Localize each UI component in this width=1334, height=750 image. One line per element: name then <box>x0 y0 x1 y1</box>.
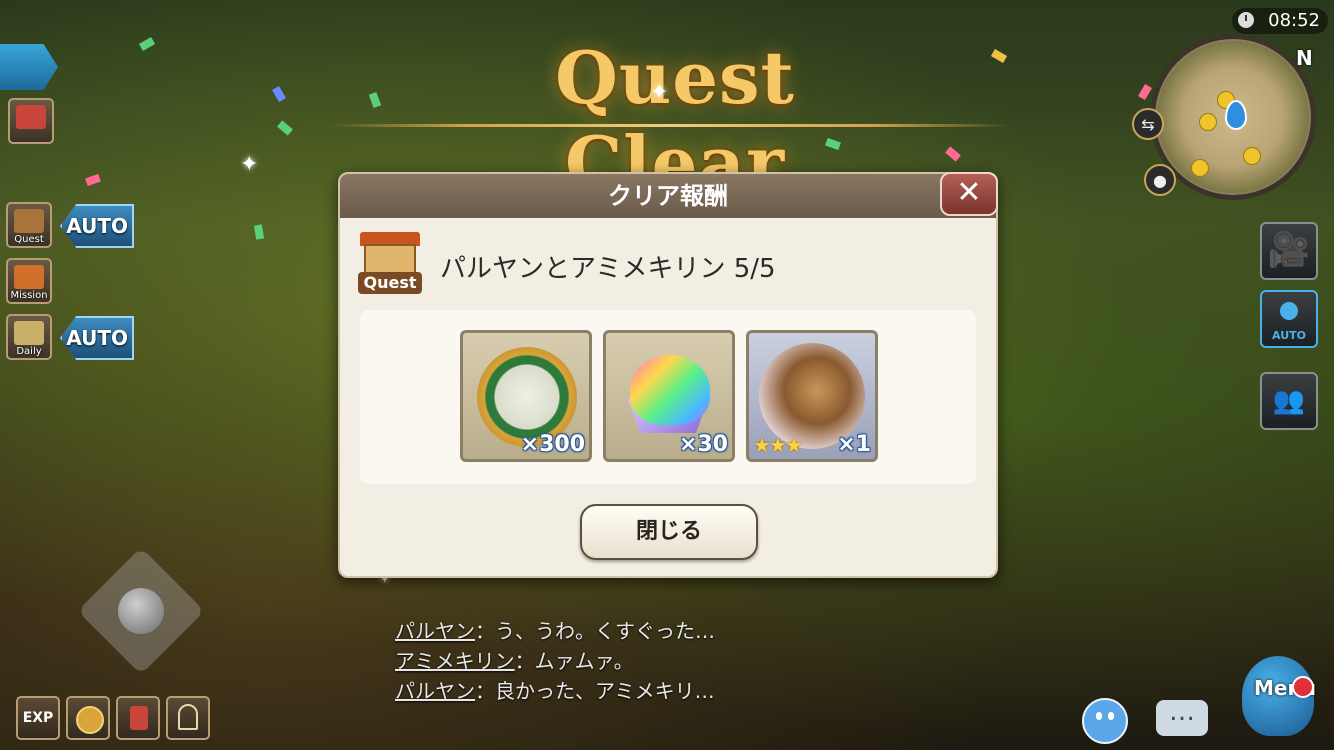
camera-button[interactable]: 🎥 <box>1260 222 1318 280</box>
daily-icon <box>14 321 44 345</box>
quest-auto-button[interactable]: AUTO <box>60 204 134 248</box>
chat-log: パルヤン：う、うわ。くすぐった… アミメキリン：ムァムァ。 パルヤン：良かった、… <box>395 616 715 706</box>
smile-face-icon <box>1096 712 1102 720</box>
sparkle: ✦ <box>240 152 259 177</box>
daily-button[interactable]: Daily <box>6 314 52 360</box>
quest-button-label: Quest <box>14 234 44 245</box>
expand-arrow-button[interactable] <box>0 44 58 90</box>
birdcage-icon <box>178 704 198 730</box>
reward-item-tiger-medal[interactable]: ×300 <box>460 330 592 462</box>
confetti <box>85 173 101 187</box>
title-divider <box>330 124 1010 127</box>
reward-count: ×300 <box>520 432 585 457</box>
video-camera-icon: 🎥 <box>1267 230 1311 270</box>
map-marker <box>1191 159 1209 177</box>
close-button[interactable]: ✕ <box>940 172 998 216</box>
coin-button[interactable] <box>66 696 110 740</box>
compass-north: N <box>1296 46 1313 70</box>
party-button[interactable]: 👥 <box>1260 372 1318 430</box>
confetti <box>945 146 961 162</box>
quest-badge-icon: Quest <box>358 232 422 296</box>
dialog-title: クリア報酬 <box>340 174 996 218</box>
confetti <box>368 92 382 108</box>
chat-speaker[interactable]: パルヤン <box>395 679 475 703</box>
party-group-icon: 👥 <box>1272 386 1306 416</box>
confetti <box>138 37 156 51</box>
exit-door-button[interactable] <box>8 98 54 144</box>
boot-icon <box>130 706 148 730</box>
auto-battle-label: AUTO <box>1272 329 1306 342</box>
notification-badge <box>1292 676 1314 698</box>
coin-icon <box>76 706 104 734</box>
quest-badge-label: Quest <box>358 272 422 294</box>
close-icon: ✕ <box>956 175 982 210</box>
boots-button[interactable] <box>116 696 160 740</box>
chat-button[interactable]: … <box>1156 697 1208 736</box>
mission-button[interactable]: Mission <box>6 258 52 304</box>
confetti <box>277 120 293 136</box>
quest-building <box>364 244 416 274</box>
quest-icon <box>14 209 44 233</box>
auto-battle-button[interactable]: AUTO <box>1260 290 1318 348</box>
smile-face-eye <box>1108 712 1114 720</box>
confetti <box>272 85 286 103</box>
quest-button[interactable]: Quest <box>6 202 52 248</box>
daily-auto-button[interactable]: AUTO <box>60 316 134 360</box>
chat-text: ：う、うわ。くすぐった… <box>475 619 715 643</box>
player-avatar-icon[interactable]: ● <box>1144 164 1176 196</box>
joystick-knob[interactable] <box>118 588 164 634</box>
auto-person-icon <box>1280 302 1298 320</box>
confetti <box>1138 83 1152 101</box>
sparkle: ✦ <box>650 80 669 105</box>
reward-item-giraffe-character[interactable]: ★★★ ×1 <box>746 330 878 462</box>
map-marker <box>1243 147 1261 165</box>
quest-name: パルヤンとアミメキリン 5/5 <box>440 254 776 284</box>
chat-speaker[interactable]: アミメキリン <box>395 649 515 673</box>
rarity-stars: ★★★ <box>753 433 803 457</box>
player-location-icon <box>1225 100 1247 130</box>
exp-label: EXP <box>22 710 54 726</box>
cage-button[interactable] <box>166 696 210 740</box>
clock: 08:52 <box>1232 8 1328 34</box>
reward-count: ×1 <box>837 432 871 457</box>
chat-line: アミメキリン：ムァムァ。 <box>395 646 715 676</box>
chat-text: ：良かった、アミメキリ… <box>475 679 715 703</box>
chat-bubble-icon: … <box>1169 697 1195 727</box>
reward-panel: ×300 ×30 ★★★ ×1 <box>360 310 976 484</box>
clear-reward-dialog: クリア報酬 ✕ Quest パルヤンとアミメキリン 5/5 ×300 ×30 ★… <box>338 172 998 578</box>
confetti <box>990 49 1008 63</box>
close-dialog-button[interactable]: 閉じる <box>580 504 758 560</box>
rainbow-gem-icon <box>630 355 710 425</box>
chat-text: ：ムァムァ。 <box>514 649 634 673</box>
mission-icon <box>14 265 44 289</box>
daily-button-label: Daily <box>16 346 42 357</box>
map-toggle-icon[interactable]: ⇆ <box>1132 108 1164 140</box>
reward-count: ×30 <box>678 432 728 457</box>
chat-speaker[interactable]: パルヤン <box>395 619 475 643</box>
confetti <box>253 224 265 240</box>
chat-line: パルヤン：う、うわ。くすぐった… <box>395 616 715 646</box>
door-icon <box>16 105 46 129</box>
clock-time: 08:52 <box>1268 10 1320 31</box>
map-marker <box>1199 113 1217 131</box>
reward-item-rainbow-gem[interactable]: ×30 <box>603 330 735 462</box>
mission-button-label: Mission <box>10 290 48 301</box>
emote-smile-button[interactable] <box>1082 698 1128 744</box>
exp-button[interactable]: EXP <box>16 696 60 740</box>
chat-line: パルヤン：良かった、アミメキリ… <box>395 676 715 706</box>
clock-icon <box>1238 12 1254 28</box>
